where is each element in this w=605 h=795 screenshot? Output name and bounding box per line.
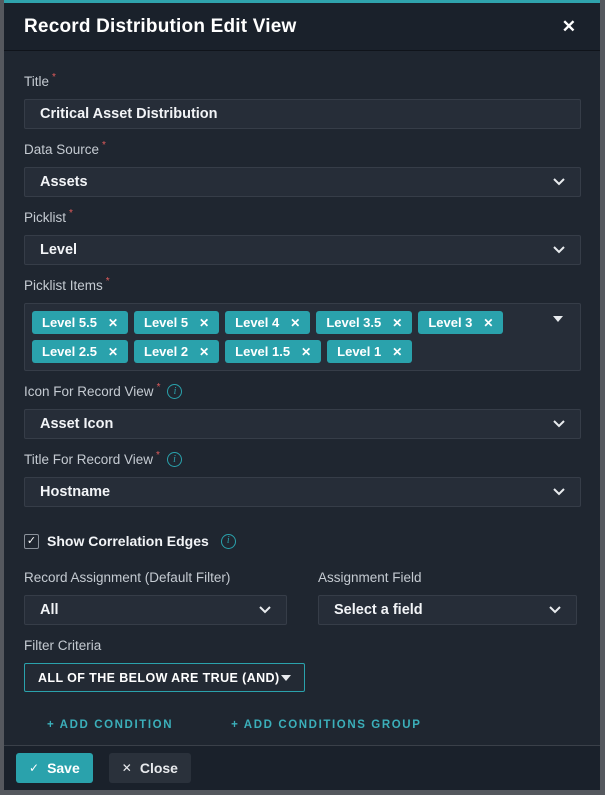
- modal-title: Record Distribution Edit View: [24, 16, 558, 38]
- selected-value: Select a field: [334, 602, 423, 618]
- close-button[interactable]: ✕ Close: [109, 753, 191, 783]
- add-condition-button[interactable]: + ADD CONDITION: [47, 719, 173, 731]
- picklist-item-tag: Level 3.5 ✕: [316, 311, 412, 334]
- picklist-item-label: Level 1: [337, 344, 381, 359]
- save-button-label: Save: [47, 760, 80, 776]
- picklist-field-label: Picklist*: [24, 209, 581, 226]
- picklist-item-tag: Level 1 ✕: [327, 340, 412, 363]
- remove-tag-icon[interactable]: ✕: [392, 346, 402, 358]
- required-asterisk: *: [157, 379, 161, 396]
- required-asterisk: *: [52, 69, 56, 86]
- chevron-down-icon: [259, 606, 271, 614]
- icon-for-record-view-select[interactable]: Asset Icon: [24, 409, 581, 439]
- correlation-edges-checkbox[interactable]: ✓: [24, 534, 39, 549]
- required-asterisk: *: [156, 447, 160, 464]
- check-icon: ✓: [29, 761, 39, 775]
- picklist-item-tag: Level 2 ✕: [134, 340, 219, 363]
- data-source-field-label: Data Source*: [24, 141, 581, 158]
- icon-for-record-view-field-label: Icon For Record View* i: [24, 383, 581, 400]
- title-input[interactable]: [24, 99, 581, 129]
- assignment-field-select[interactable]: Select a field: [318, 595, 577, 625]
- selected-value: Asset Icon: [40, 416, 113, 432]
- picklist-item-label: Level 5: [144, 315, 188, 330]
- data-source-select[interactable]: Assets: [24, 167, 581, 197]
- chevron-down-icon: [553, 178, 565, 186]
- field-label-text: Assignment Field: [318, 569, 422, 586]
- picklist-item-label: Level 4: [235, 315, 279, 330]
- required-asterisk: *: [102, 137, 106, 154]
- add-conditions-group-button[interactable]: + ADD CONDITIONS GROUP: [231, 719, 421, 731]
- close-icon[interactable]: ✕: [558, 14, 580, 39]
- selected-value: Assets: [40, 174, 88, 190]
- field-label-text: Picklist Items: [24, 277, 103, 294]
- required-asterisk: *: [106, 273, 110, 290]
- required-asterisk: *: [69, 205, 73, 222]
- caret-down-icon[interactable]: [553, 316, 563, 322]
- picklist-item-label: Level 5.5: [42, 315, 97, 330]
- filter-criteria-operator-select[interactable]: ALL OF THE BELOW ARE TRUE (AND): [24, 663, 305, 692]
- field-label-text: Record Assignment (Default Filter): [24, 569, 230, 586]
- record-assignment-select[interactable]: All: [24, 595, 287, 625]
- remove-tag-icon[interactable]: ✕: [483, 317, 493, 329]
- title-field-label: Title*: [24, 73, 581, 90]
- picklist-item-tag: Level 5.5 ✕: [32, 311, 128, 334]
- remove-tag-icon[interactable]: ✕: [199, 317, 209, 329]
- field-label-text: Picklist: [24, 209, 66, 226]
- modal-footer: ✓ Save ✕ Close: [4, 745, 600, 790]
- title-for-record-view-select[interactable]: Hostname: [24, 477, 581, 507]
- selected-value: All: [40, 602, 59, 618]
- info-icon[interactable]: i: [167, 384, 182, 399]
- picklist-items-field-label: Picklist Items*: [24, 277, 581, 294]
- assignment-row: Record Assignment (Default Filter) All A…: [24, 557, 581, 625]
- picklist-item-tag: Level 2.5 ✕: [32, 340, 128, 363]
- close-button-label: Close: [140, 760, 178, 776]
- correlation-edges-label: Show Correlation Edges: [47, 533, 209, 549]
- filter-criteria-field-label: Filter Criteria: [24, 637, 581, 654]
- picklist-item-tag: Level 1.5 ✕: [225, 340, 321, 363]
- assignment-field-label: Assignment Field: [318, 569, 577, 586]
- remove-tag-icon[interactable]: ✕: [108, 346, 118, 358]
- remove-tag-icon[interactable]: ✕: [108, 317, 118, 329]
- picklist-item-label: Level 2.5: [42, 344, 97, 359]
- save-button[interactable]: ✓ Save: [16, 753, 93, 783]
- picklist-item-label: Level 3: [428, 315, 472, 330]
- selected-value: ALL OF THE BELOW ARE TRUE (AND): [38, 671, 280, 685]
- picklist-item-label: Level 3.5: [326, 315, 381, 330]
- remove-tag-icon[interactable]: ✕: [392, 317, 402, 329]
- field-label-text: Filter Criteria: [24, 637, 101, 654]
- modal-header: Record Distribution Edit View ✕: [4, 3, 600, 51]
- condition-actions-row: + ADD CONDITION + ADD CONDITIONS GROUP: [47, 719, 581, 731]
- picklist-item-tag: Level 3 ✕: [418, 311, 503, 334]
- picklist-items-multiselect[interactable]: Level 5.5 ✕ Level 5 ✕ Level 4 ✕ Level 3.…: [24, 303, 581, 371]
- field-label-text: Title: [24, 73, 49, 90]
- x-icon: ✕: [122, 761, 132, 775]
- chevron-down-icon: [549, 606, 561, 614]
- picklist-item-tag: Level 5 ✕: [134, 311, 219, 334]
- show-correlation-edges-row: ✓ Show Correlation Edges i: [24, 533, 581, 549]
- field-label-text: Title For Record View: [24, 451, 153, 468]
- field-label-text: Data Source: [24, 141, 99, 158]
- title-for-record-view-field-label: Title For Record View* i: [24, 451, 581, 468]
- picklist-item-label: Level 2: [144, 344, 188, 359]
- info-icon[interactable]: i: [221, 534, 236, 549]
- record-assignment-field-label: Record Assignment (Default Filter): [24, 569, 287, 586]
- modal-body: Title* Data Source* Assets Picklist* Lev…: [4, 51, 600, 745]
- picklist-select[interactable]: Level: [24, 235, 581, 265]
- remove-tag-icon[interactable]: ✕: [199, 346, 209, 358]
- picklist-item-label: Level 1.5: [235, 344, 290, 359]
- remove-tag-icon[interactable]: ✕: [290, 317, 300, 329]
- selected-value: Hostname: [40, 484, 110, 500]
- record-distribution-edit-modal: Record Distribution Edit View ✕ Title* D…: [4, 0, 600, 790]
- chevron-down-icon: [553, 246, 565, 254]
- info-icon[interactable]: i: [167, 452, 182, 467]
- chevron-down-icon: [553, 488, 565, 496]
- picklist-item-tag: Level 4 ✕: [225, 311, 310, 334]
- remove-tag-icon[interactable]: ✕: [301, 346, 311, 358]
- field-label-text: Icon For Record View: [24, 383, 154, 400]
- chevron-down-icon: [553, 420, 565, 428]
- selected-value: Level: [40, 242, 77, 258]
- caret-down-icon: [281, 675, 291, 681]
